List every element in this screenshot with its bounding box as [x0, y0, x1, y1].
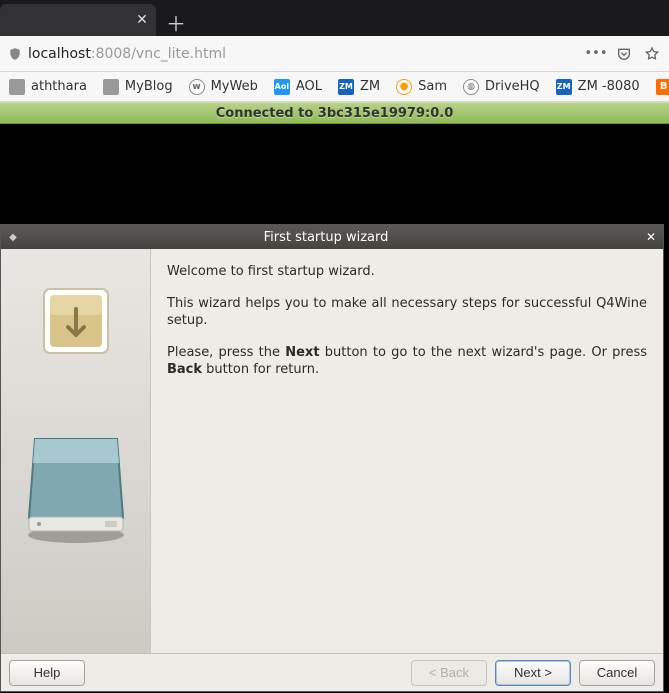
browser-tab-strip: ✕ ＋: [0, 0, 669, 36]
bookmark-favicon: [103, 79, 119, 95]
bookmark-favicon: [9, 79, 25, 95]
bookmarks-bar: aththara MyBlog w MyWeb Aol AOL ZM ZM ● Sam ◍ Drive…: [0, 72, 669, 102]
new-tab-button[interactable]: ＋: [162, 8, 190, 36]
url-text[interactable]: localhost:8008/vnc_lite.html: [28, 46, 579, 62]
back-button: < Back: [411, 660, 487, 686]
tracking-shield-icon[interactable]: [6, 45, 24, 63]
bookmark-label: AOL: [296, 79, 322, 94]
bookmark-item[interactable]: MyBlog: [96, 76, 180, 98]
bookmark-label: aththara: [31, 79, 87, 94]
url-bar: localhost:8008/vnc_lite.html •••: [0, 36, 669, 72]
bookmark-favicon: ●: [396, 79, 412, 95]
page-actions-icon[interactable]: •••: [585, 43, 607, 65]
package-icon: [40, 285, 112, 357]
next-button[interactable]: Next >: [495, 660, 571, 686]
bookmark-item[interactable]: w MyWeb: [182, 76, 265, 98]
bookmark-label: ZM -8080: [578, 79, 640, 94]
bookmark-label: Sam: [418, 79, 447, 94]
bookmark-star-icon[interactable]: [641, 43, 663, 65]
bookmark-item[interactable]: Aol AOL: [267, 76, 329, 98]
wizard-sidebar: [1, 249, 151, 653]
bookmark-label: DriveHQ: [485, 79, 540, 94]
help-button[interactable]: Help: [9, 660, 85, 686]
bookmark-label: MyBlog: [125, 79, 173, 94]
bookmark-item[interactable]: Bbkj's Bo: [649, 76, 669, 98]
bookmark-item[interactable]: ZM ZM -8080: [549, 76, 647, 98]
browser-tab[interactable]: ✕: [0, 4, 156, 36]
bookmark-favicon: ZM: [338, 79, 354, 95]
window-close-icon[interactable]: ✕: [643, 229, 659, 245]
bookmark-favicon: Aol: [274, 79, 290, 95]
bookmark-favicon: w: [189, 79, 205, 95]
wizard-p1: Welcome to first startup wizard.: [167, 263, 647, 281]
wizard-titlebar[interactable]: ◆ First startup wizard ✕: [1, 225, 663, 249]
bookmark-item[interactable]: ◍ DriveHQ: [456, 76, 547, 98]
pocket-icon[interactable]: [613, 43, 635, 65]
bookmark-item[interactable]: ● Sam: [389, 76, 454, 98]
bookmark-favicon: B: [656, 79, 669, 95]
wizard-body: Welcome to first startup wizard. This wi…: [1, 249, 663, 653]
window-system-icon: ◆: [5, 229, 21, 245]
vnc-canvas[interactable]: Connected to 3bc315e19979:0.0 ◆ First st…: [0, 102, 669, 693]
url-rest: :8008/vnc_lite.html: [91, 46, 226, 62]
close-tab-icon[interactable]: ✕: [134, 12, 150, 28]
drive-icon: [21, 427, 131, 547]
vnc-status-text: Connected to 3bc315e19979:0.0: [216, 106, 454, 121]
wizard-content: Welcome to first startup wizard. This wi…: [151, 249, 663, 653]
cancel-button[interactable]: Cancel: [579, 660, 655, 686]
wizard-title: First startup wizard: [27, 230, 625, 245]
bookmark-item[interactable]: ZM ZM: [331, 76, 387, 98]
bookmark-label: ZM: [360, 79, 380, 94]
wizard-window: ◆ First startup wizard ✕: [0, 224, 664, 692]
wizard-p3: Please, press the Next button to go to t…: [167, 344, 647, 379]
url-host: localhost: [28, 46, 91, 62]
bookmark-item[interactable]: aththara: [2, 76, 94, 98]
wizard-footer: Help < Back Next > Cancel: [1, 653, 663, 691]
vnc-status-bar: Connected to 3bc315e19979:0.0: [0, 102, 669, 124]
wizard-p2: This wizard helps you to make all necess…: [167, 295, 647, 330]
bookmark-label: MyWeb: [211, 79, 258, 94]
bookmark-favicon: ZM: [556, 79, 572, 95]
bookmark-favicon: ◍: [463, 79, 479, 95]
